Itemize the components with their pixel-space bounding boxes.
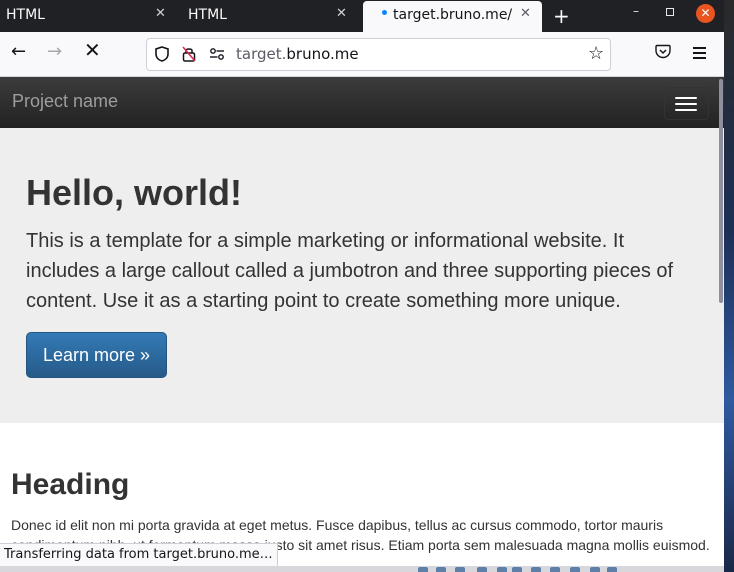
page-viewport: Project name Hello, world! This is a tem… xyxy=(0,77,724,572)
taskbar-icon[interactable] xyxy=(455,567,465,572)
maximize-button[interactable] xyxy=(666,8,674,16)
taskbar-icon[interactable] xyxy=(607,567,617,572)
url-bar[interactable]: target.bruno.me ☆ xyxy=(146,38,611,71)
close-window-button[interactable]: ✕ xyxy=(696,4,715,23)
stop-icon[interactable]: ✕ xyxy=(84,40,101,60)
tab-title: HTML xyxy=(188,7,227,23)
navigation-toolbar: ← → ✕ target.bruno.me ☆ xyxy=(0,32,724,77)
taskbar-strip xyxy=(0,566,724,572)
taskbar-icon[interactable] xyxy=(418,567,428,572)
menu-icon[interactable] xyxy=(693,47,706,62)
desktop-background xyxy=(724,0,734,572)
url-text[interactable]: target.bruno.me xyxy=(236,45,359,63)
tab-target[interactable]: target.bruno.me/ ✕ xyxy=(363,1,542,32)
status-bar: Transferring data from target.bruno.me… xyxy=(0,543,278,566)
navbar-toggle-button[interactable] xyxy=(664,87,709,120)
taskbar-icon[interactable] xyxy=(512,567,522,572)
scrollbar-thumb[interactable] xyxy=(719,79,723,303)
site-brand[interactable]: Project name xyxy=(12,91,118,112)
tab-close-icon[interactable]: ✕ xyxy=(336,6,347,21)
tab-title: HTML xyxy=(6,7,45,23)
taskbar-icon[interactable] xyxy=(436,567,446,572)
url-prefix: target. xyxy=(236,45,287,63)
forward-icon[interactable]: → xyxy=(47,43,62,61)
tab-close-icon[interactable]: ✕ xyxy=(155,6,166,21)
jumbotron-title: Hello, world! xyxy=(26,172,242,213)
tab-html-2[interactable]: HTML ✕ xyxy=(182,0,362,32)
tab-strip: HTML ✕ HTML ✕ target.bruno.me/ ✕ + – ✕ xyxy=(0,0,724,32)
taskbar-icon[interactable] xyxy=(590,567,600,572)
new-tab-button[interactable]: + xyxy=(553,4,570,28)
site-navbar: Project name xyxy=(0,77,724,128)
tab-close-icon[interactable]: ✕ xyxy=(520,6,531,21)
pocket-icon[interactable] xyxy=(655,44,671,59)
taskbar-icon[interactable] xyxy=(570,567,580,572)
taskbar-icon[interactable] xyxy=(550,567,560,572)
tab-html-1[interactable]: HTML ✕ xyxy=(0,0,181,32)
permissions-icon[interactable] xyxy=(209,48,225,60)
tab-title: target.bruno.me/ xyxy=(393,7,513,23)
taskbar-icon[interactable] xyxy=(497,567,507,572)
jumbotron-text: This is a template for a simple marketin… xyxy=(26,230,674,312)
url-domain: bruno.me xyxy=(286,45,359,63)
taskbar-icon[interactable] xyxy=(477,567,487,572)
browser-window: HTML ✕ HTML ✕ target.bruno.me/ ✕ + – ✕ ←… xyxy=(0,0,724,572)
minimize-button[interactable]: – xyxy=(633,4,639,18)
jumbotron: Hello, world! This is a template for a s… xyxy=(0,128,724,423)
lock-icon[interactable] xyxy=(182,46,196,62)
learn-more-button[interactable]: Learn more » xyxy=(26,332,167,378)
section-heading: Heading xyxy=(11,468,130,501)
loading-dot-icon xyxy=(382,10,387,15)
back-icon[interactable]: ← xyxy=(11,43,26,61)
shield-icon[interactable] xyxy=(155,46,169,62)
page-scrollbar[interactable] xyxy=(718,77,724,572)
taskbar-icon[interactable] xyxy=(531,567,541,572)
star-icon[interactable]: ☆ xyxy=(588,43,604,64)
